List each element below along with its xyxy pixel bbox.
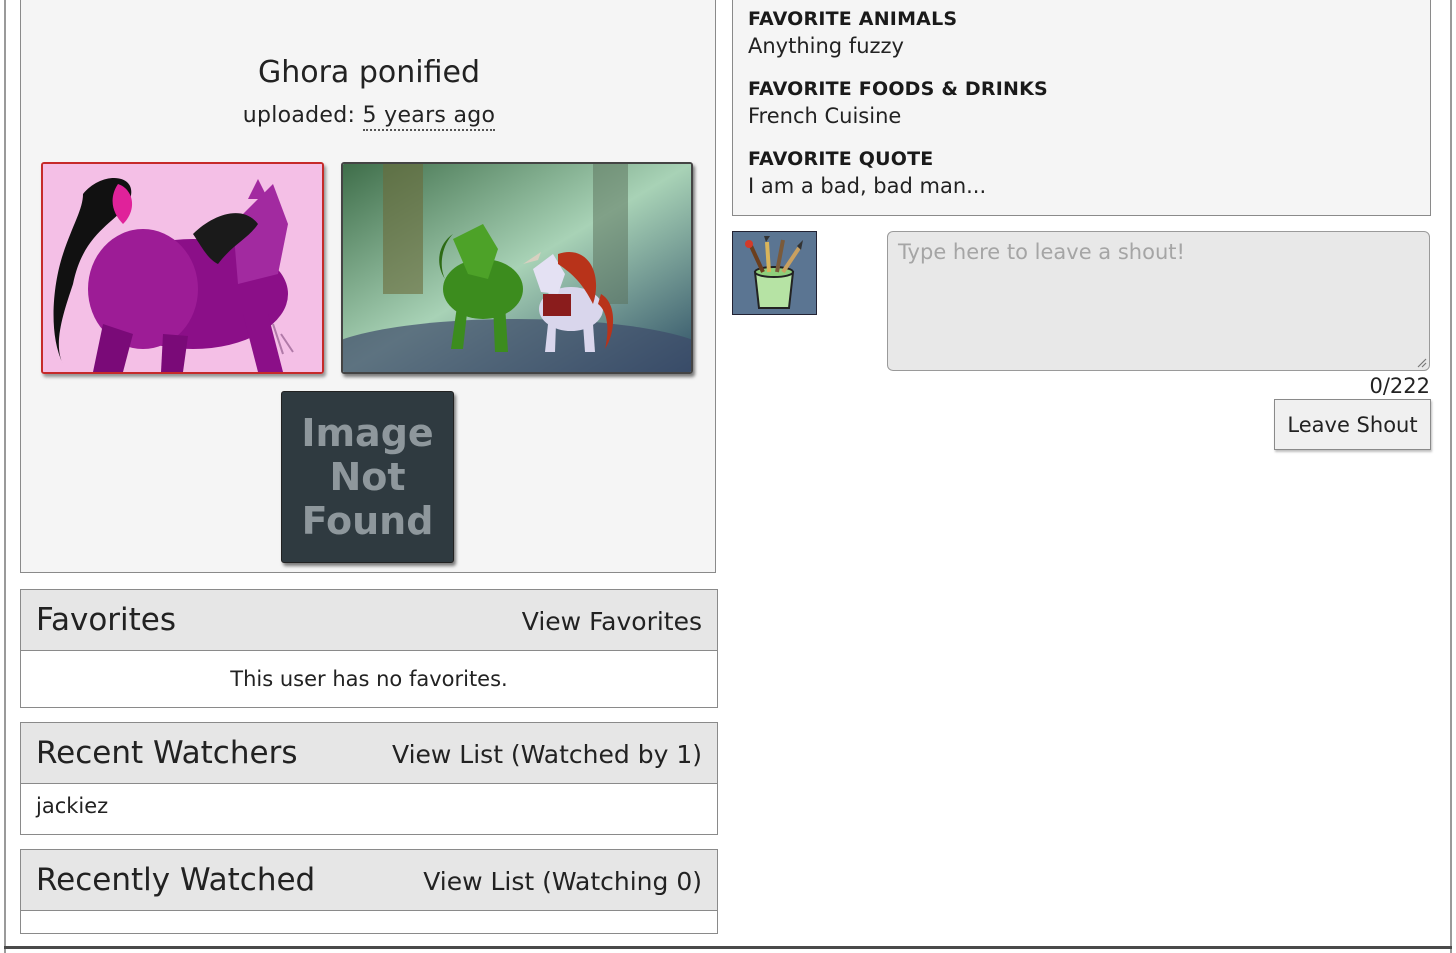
recently-watched-panel: Recently Watched View List (Watching 0) xyxy=(20,849,718,934)
page-frame-bottom xyxy=(4,946,1452,949)
favorite-quote-value: I am a bad, bad man... xyxy=(748,174,987,198)
favorite-foods-value: French Cuisine xyxy=(748,104,902,128)
featured-submission-box: Ghora ponified uploaded: 5 years ago Ima… xyxy=(20,0,716,573)
leave-shout-button[interactable]: Leave Shout xyxy=(1274,399,1431,450)
favorites-panel: Favorites View Favorites This user has n… xyxy=(20,589,718,708)
brush-cup-icon xyxy=(733,232,816,314)
view-favorites-link[interactable]: View Favorites xyxy=(522,607,702,636)
recent-watchers-header: Recent Watchers View List (Watched by 1) xyxy=(21,723,717,784)
shout-input[interactable] xyxy=(887,231,1430,371)
forest-ponies-artwork xyxy=(343,164,691,372)
favorites-empty-message: This user has no favorites. xyxy=(230,667,508,691)
favorite-animals-label: FAVORITE ANIMALS xyxy=(748,8,958,30)
resize-grip-icon[interactable] xyxy=(1415,356,1427,368)
favorites-header: Favorites View Favorites xyxy=(21,590,717,651)
recent-watchers-body: jackiez xyxy=(21,784,717,834)
favorites-body: This user has no favorites. xyxy=(21,651,717,707)
recent-watchers-panel: Recent Watchers View List (Watched by 1)… xyxy=(20,722,718,835)
uploaded-time: 5 years ago xyxy=(362,103,496,131)
page-frame-left xyxy=(4,0,6,953)
gallery-thumbnail-3[interactable]: Image Not Found xyxy=(281,391,454,563)
recently-watched-body xyxy=(21,911,717,934)
recent-watchers-heading: Recent Watchers xyxy=(36,735,298,771)
submission-title[interactable]: Ghora ponified xyxy=(21,55,717,90)
view-watchers-link[interactable]: View List (Watched by 1) xyxy=(392,740,702,769)
submission-upload-info: uploaded: 5 years ago xyxy=(21,103,717,131)
image-not-found-placeholder: Image Not Found xyxy=(301,411,434,543)
favorite-animals-value: Anything fuzzy xyxy=(748,34,904,58)
gallery-thumbnail-1[interactable] xyxy=(41,162,324,374)
shout-char-count: 0/222 xyxy=(1369,374,1430,398)
favorite-quote-label: FAVORITE QUOTE xyxy=(748,148,934,170)
favorite-foods-label: FAVORITE FOODS & DRINKS xyxy=(748,78,1048,100)
profile-info-box: FAVORITE ANIMALS Anything fuzzy FAVORITE… xyxy=(732,0,1431,216)
gallery-thumbnail-2[interactable] xyxy=(341,162,693,374)
pink-pony-artwork xyxy=(43,164,322,372)
page-frame-right xyxy=(1450,0,1452,953)
recently-watched-heading: Recently Watched xyxy=(36,862,316,898)
uploaded-label: uploaded: xyxy=(242,103,356,128)
favorites-heading: Favorites xyxy=(36,602,177,638)
watcher-username[interactable]: jackiez xyxy=(36,794,108,818)
view-watching-link[interactable]: View List (Watching 0) xyxy=(423,867,702,896)
avatar[interactable] xyxy=(732,231,817,315)
recently-watched-header: Recently Watched View List (Watching 0) xyxy=(21,850,717,911)
